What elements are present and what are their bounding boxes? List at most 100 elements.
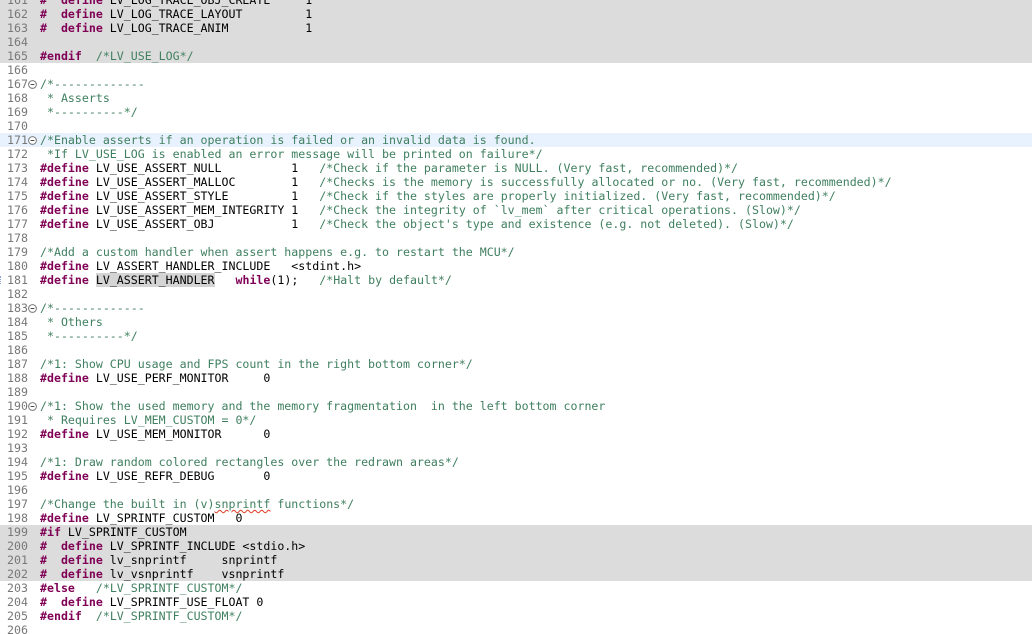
code-line[interactable]: 189	[0, 385, 1032, 399]
code-line[interactable]: 194 /*1: Draw random colored rectangles o…	[0, 455, 1032, 469]
code-line[interactable]: 191 * Requires LV_MEM_CUSTOM = 0*/	[0, 413, 1032, 427]
keyword-token: #define	[40, 203, 89, 217]
code-token: LV_SPRINTF_USE_FLOAT 0	[102, 595, 264, 609]
code-text: #define LV_ASSERT_HANDLER_INCLUDE <stdin…	[40, 259, 361, 273]
line-number: 170	[7, 119, 28, 133]
comment-token: *If LV_USE_LOG is enabled an error messa…	[40, 147, 543, 161]
line-number: 194	[7, 455, 28, 469]
code-line[interactable]: 204 # define LV_SPRINTF_USE_FLOAT 0	[0, 595, 1032, 609]
line-number: 187	[7, 357, 28, 371]
code-line[interactable]: 172 *If LV_USE_LOG is enabled an error m…	[0, 147, 1032, 161]
code-text: # define LV_SPRINTF_INCLUDE <stdio.h>	[40, 539, 305, 553]
code-text: #define LV_USE_PERF_MONITOR 0	[40, 371, 270, 385]
line-number: 197	[7, 497, 28, 511]
line-number: 174	[7, 175, 28, 189]
code-line[interactable]: 203 #else /*LV_SPRINTF_CUSTOM*/	[0, 581, 1032, 595]
code-line[interactable]: 169 *----------*/	[0, 105, 1032, 119]
code-text: #define LV_USE_ASSERT_NULL 1 /*Check if …	[40, 161, 738, 175]
code-line[interactable]: 201 # define lv_snprintf snprintf	[0, 553, 1032, 567]
code-text: #else /*LV_SPRINTF_CUSTOM*/	[40, 581, 242, 595]
code-text: #define LV_USE_ASSERT_MEM_INTEGRITY 1 /*…	[40, 203, 801, 217]
code-line[interactable]: 200 # define LV_SPRINTF_INCLUDE <stdio.h>	[0, 539, 1032, 553]
code-line[interactable]: 166	[0, 63, 1032, 77]
code-line[interactable]: 161 # define LV_LOG_TRACE_OBJ_CREATE 1	[0, 0, 1032, 7]
code-line[interactable]: 177 #define LV_USE_ASSERT_OBJ 1 /*Check t…	[0, 217, 1032, 231]
code-line[interactable]: 167 /*-------------	[0, 77, 1032, 91]
keyword-token: #define	[40, 189, 89, 203]
code-line[interactable]: 164	[0, 35, 1032, 49]
code-line[interactable]: 178	[0, 231, 1032, 245]
line-number: 189	[7, 385, 28, 399]
code-line[interactable]: 163 # define LV_LOG_TRACE_ANIM 1	[0, 21, 1032, 35]
code-token: LV_USE_ASSERT_STYLE 1	[88, 189, 320, 203]
comment-token: /*-------------	[40, 301, 145, 315]
code-text: # define lv_snprintf snprintf	[40, 553, 277, 567]
keyword-token: #endif	[40, 609, 82, 623]
code-editor[interactable]: 161 # define LV_LOG_TRACE_OBJ_CREATE 1 162…	[0, 0, 1032, 634]
code-line[interactable]: 196	[0, 483, 1032, 497]
code-line[interactable]: 185 *----------*/	[0, 329, 1032, 343]
comment-token: /*1: Draw random colored rectangles over…	[40, 455, 459, 469]
code-line[interactable]: 165 #endif /*LV_USE_LOG*/	[0, 49, 1032, 63]
code-line[interactable]: 197 /*Change the built in (v)snprintf fun…	[0, 497, 1032, 511]
code-line[interactable]: 192 #define LV_USE_MEM_MONITOR 0	[0, 427, 1032, 441]
code-line[interactable]: 179 /*Add a custom handler when assert ha…	[0, 245, 1032, 259]
code-line[interactable]: 183 /*-------------	[0, 301, 1032, 315]
code-line[interactable]: 184 * Others	[0, 315, 1032, 329]
code-line[interactable]: 168 * Asserts	[0, 91, 1032, 105]
collapse-minus-icon[interactable]	[28, 133, 40, 147]
comment-token: * Asserts	[40, 91, 110, 105]
code-token: lv_vsnprintf vsnprintf	[102, 567, 285, 581]
line-number: 186	[7, 343, 28, 357]
comment-token: *----------*/	[40, 105, 138, 119]
code-text: /*-------------	[40, 77, 145, 91]
comment-token: /*-------------	[40, 77, 145, 91]
comment-token: * Requires LV_MEM_CUSTOM = 0*/	[40, 413, 257, 427]
collapse-minus-icon[interactable]	[28, 77, 40, 91]
code-text: /*Add a custom handler when assert happe…	[40, 245, 515, 259]
code-line[interactable]: 175 #define LV_USE_ASSERT_STYLE 1 /*Check…	[0, 189, 1032, 203]
line-number: 176	[7, 203, 28, 217]
code-line[interactable]: 186	[0, 343, 1032, 357]
code-line[interactable]: 193	[0, 441, 1032, 455]
code-line[interactable]: 180 #define LV_ASSERT_HANDLER_INCLUDE <st…	[0, 259, 1032, 273]
line-number: 188	[7, 371, 28, 385]
code-line[interactable]: 198 #define LV_SPRINTF_CUSTOM 0	[0, 511, 1032, 525]
line-number: 168	[7, 91, 28, 105]
code-text: # define LV_LOG_TRACE_ANIM 1	[40, 21, 312, 35]
code-line[interactable]: 188 #define LV_USE_PERF_MONITOR 0	[0, 371, 1032, 385]
code-line[interactable]: 195 #define LV_USE_REFR_DEBUG 0	[0, 469, 1032, 483]
collapse-minus-icon[interactable]	[28, 301, 40, 315]
code-text: #define LV_USE_ASSERT_STYLE 1 /*Check if…	[40, 189, 836, 203]
code-text: #define LV_USE_ASSERT_OBJ 1 /*Check the …	[40, 217, 794, 231]
line-number: 169	[7, 105, 28, 119]
code-line[interactable]: 206	[0, 623, 1032, 634]
line-number: 179	[7, 245, 28, 259]
code-line[interactable]: 187 /*1: Show CPU usage and FPS count in …	[0, 357, 1032, 371]
line-number: 191	[7, 413, 28, 427]
keyword-token: # define	[40, 21, 103, 35]
keyword-token: #define	[40, 273, 89, 287]
line-number: 200	[7, 539, 28, 553]
code-text: #define LV_ASSERT_HANDLER while(1); /*Ha…	[40, 273, 452, 287]
line-number: 184	[7, 315, 28, 329]
code-line[interactable]: 174 #define LV_USE_ASSERT_MALLOC 1 /*Chec…	[0, 175, 1032, 189]
code-line[interactable]: 176 #define LV_USE_ASSERT_MEM_INTEGRITY 1…	[0, 203, 1032, 217]
code-line[interactable]: 173 #define LV_USE_ASSERT_NULL 1 /*Check …	[0, 161, 1032, 175]
code-token: LV_SPRINTF_CUSTOM	[60, 525, 187, 539]
code-line[interactable]: 171 /*Enable asserts if an operation is f…	[0, 133, 1032, 147]
code-line[interactable]: 205 #endif /*LV_SPRINTF_CUSTOM*/	[0, 609, 1032, 623]
code-line[interactable]: 182	[0, 287, 1032, 301]
collapse-minus-icon[interactable]	[28, 399, 40, 413]
code-line[interactable]: 181 #define LV_ASSERT_HANDLER while(1); /…	[0, 273, 1032, 287]
code-line[interactable]: 199 #if LV_SPRINTF_CUSTOM	[0, 525, 1032, 539]
code-line[interactable]: 162 # define LV_LOG_TRACE_LAYOUT 1	[0, 7, 1032, 21]
code-line[interactable]: 202 # define lv_vsnprintf vsnprintf	[0, 567, 1032, 581]
keyword-token: # define	[40, 567, 103, 581]
code-line[interactable]: 190 /*1: Show the used memory and the mem…	[0, 399, 1032, 413]
line-number: 198	[7, 511, 28, 525]
code-token: LV_USE_ASSERT_NULL 1	[88, 161, 320, 175]
code-line[interactable]: 170	[0, 119, 1032, 133]
